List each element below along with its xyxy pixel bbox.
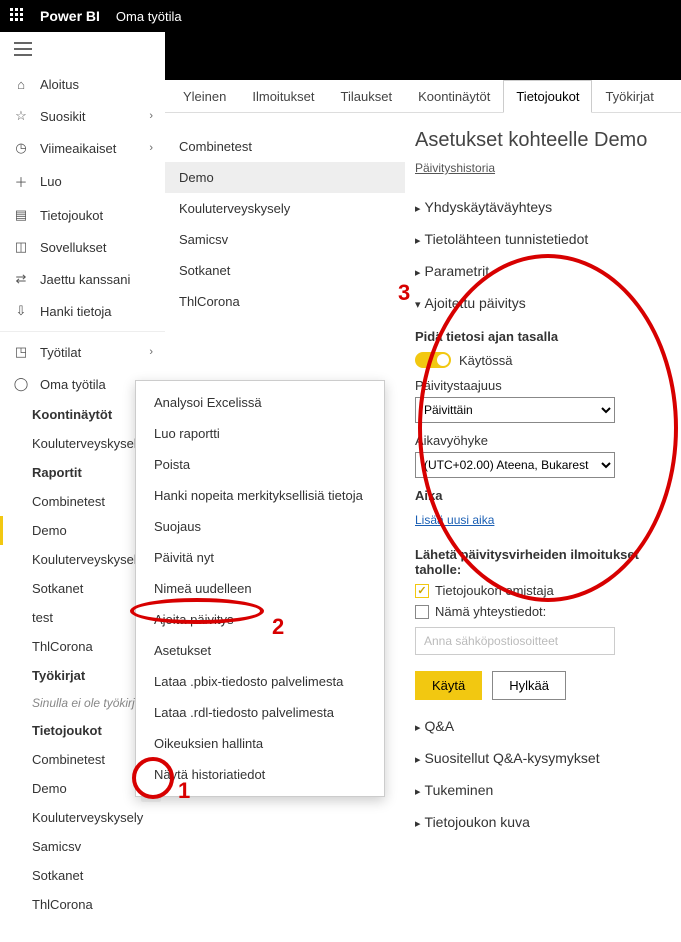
tree-dataset-item[interactable]: Sotkanet [24, 861, 165, 890]
email-input[interactable]: Anna sähköpostiosoitteet [415, 627, 615, 655]
dataset-list-item[interactable]: ThlCorona [165, 286, 405, 317]
timezone-label: Aikavyöhyke [415, 433, 671, 448]
section-gateway[interactable]: Yhdyskäytäväyhteys [415, 191, 671, 223]
tree-dataset-item[interactable]: Kouluterveyskysely [24, 803, 165, 832]
clock-icon: ◷ [12, 140, 30, 156]
timezone-select[interactable]: (UTC+02.00) Ateena, Bukarest [415, 452, 615, 478]
dataset-list-item[interactable]: Combinetest [165, 131, 405, 162]
section-credentials[interactable]: Tietolähteen tunnistetiedot [415, 223, 671, 255]
plus-icon: ＋ [12, 172, 30, 191]
menu-schedule-refresh[interactable]: Ajoita päivitys [136, 604, 384, 635]
nav-home[interactable]: ⌂Aloitus [0, 69, 165, 100]
workspace-icon: ◳ [12, 344, 30, 360]
home-icon: ⌂ [12, 77, 30, 92]
refresh-toggle[interactable] [415, 352, 451, 368]
tab-general[interactable]: Yleinen [170, 80, 239, 113]
dataset-list-item[interactable]: Kouluterveyskysely [165, 193, 405, 224]
menu-view-lineage[interactable]: Näytä historiatiedot [136, 759, 384, 790]
tree-dataset-item[interactable]: Samicsv [24, 832, 165, 861]
chevron-right-icon: › [149, 142, 153, 154]
tree-dataset-item[interactable]: ThlCorona [24, 890, 165, 919]
user-icon: ◯ [12, 376, 30, 392]
section-qa[interactable]: Q&A [415, 710, 671, 742]
getdata-icon: ⇩ [12, 303, 30, 319]
nav-create[interactable]: ＋Luo [0, 164, 165, 199]
dataset-icon: ▤ [12, 207, 30, 223]
nav-apps[interactable]: ◫Sovellukset [0, 231, 165, 263]
star-icon: ☆ [12, 108, 30, 124]
tab-subscriptions[interactable]: Tilaukset [328, 80, 406, 113]
chevron-right-icon: › [149, 110, 153, 122]
menu-download-pbix[interactable]: Lataa .pbix-tiedosto palvelimesta [136, 666, 384, 697]
notify-label: Lähetä päivitysvirheiden ilmoitukset tah… [415, 547, 671, 577]
toggle-state-label: Käytössä [459, 353, 512, 368]
nav-favorites[interactable]: ☆Suosikit› [0, 100, 165, 132]
shared-icon: ⇄ [12, 271, 30, 287]
tab-alerts[interactable]: Ilmoitukset [239, 80, 327, 113]
section-parameters[interactable]: Parametrit [415, 255, 671, 287]
section-featured-qa[interactable]: Suositellut Q&A-kysymykset [415, 742, 671, 774]
menu-download-rdl[interactable]: Lataa .rdl-tiedosto palvelimesta [136, 697, 384, 728]
nav-getdata[interactable]: ⇩Hanki tietoja [0, 295, 165, 327]
menu-analyze-excel[interactable]: Analysoi Excelissä [136, 387, 384, 418]
section-scheduled-refresh[interactable]: Ajoitettu päivitys [415, 287, 671, 319]
tab-workbooks[interactable]: Työkirjat [592, 80, 666, 113]
dataset-context-menu: Analysoi Excelissä Luo raportti Poista H… [135, 380, 385, 797]
menu-rename[interactable]: Nimeä uudelleen [136, 573, 384, 604]
discard-button[interactable]: Hylkää [492, 671, 566, 700]
chevron-right-icon: › [149, 346, 153, 358]
add-time-link[interactable]: Lisää uusi aika [415, 513, 494, 527]
nav-datasets[interactable]: ▤Tietojoukot [0, 199, 165, 231]
nav-recent[interactable]: ◷Viimeaikaiset› [0, 132, 165, 164]
apply-button[interactable]: Käytä [415, 671, 482, 700]
settings-tabs: Yleinen Ilmoitukset Tilaukset Koontinäyt… [165, 80, 681, 113]
menu-quick-insights[interactable]: Hanki nopeita merkityksellisiä tietoja [136, 480, 384, 511]
menu-security[interactable]: Suojaus [136, 511, 384, 542]
dataset-settings-panel: Asetukset kohteelle Demo Päivityshistori… [405, 113, 681, 942]
menu-manage-permissions[interactable]: Oikeuksien hallinta [136, 728, 384, 759]
workspace-label[interactable]: Oma työtila [116, 9, 182, 24]
refresh-history-link[interactable]: Päivityshistoria [415, 161, 495, 175]
section-dataset-image[interactable]: Tietojoukon kuva [415, 806, 671, 838]
time-label: Aika [415, 488, 671, 503]
tab-datasets[interactable]: Tietojoukot [503, 80, 592, 113]
apps-icon: ◫ [12, 239, 30, 255]
menu-create-report[interactable]: Luo raportti [136, 418, 384, 449]
notify-owner-checkbox[interactable] [415, 584, 429, 598]
nav-workspaces[interactable]: ◳Työtilat› [0, 336, 165, 368]
section-endorsement[interactable]: Tukeminen [415, 774, 671, 806]
menu-delete[interactable]: Poista [136, 449, 384, 480]
menu-settings[interactable]: Asetukset [136, 635, 384, 666]
dataset-list-item[interactable]: Sotkanet [165, 255, 405, 286]
tab-dashboards[interactable]: Koontinäytöt [405, 80, 503, 113]
dataset-list-item[interactable]: Demo [165, 162, 405, 193]
notify-emails-checkbox[interactable] [415, 605, 429, 619]
frequency-select[interactable]: Päivittäin [415, 397, 615, 423]
app-launcher-icon[interactable] [10, 8, 26, 24]
dataset-list-item[interactable]: Samicsv [165, 224, 405, 255]
menu-refresh-now[interactable]: Päivitä nyt [136, 542, 384, 573]
keep-data-label: Pidä tietosi ajan tasalla [415, 329, 671, 344]
hamburger-icon[interactable] [0, 32, 165, 69]
settings-title: Asetukset kohteelle Demo [415, 129, 671, 152]
frequency-label: Päivitystaajuus [415, 378, 671, 393]
nav-shared[interactable]: ⇄Jaettu kanssani [0, 263, 165, 295]
brand-label: Power BI [40, 8, 100, 24]
